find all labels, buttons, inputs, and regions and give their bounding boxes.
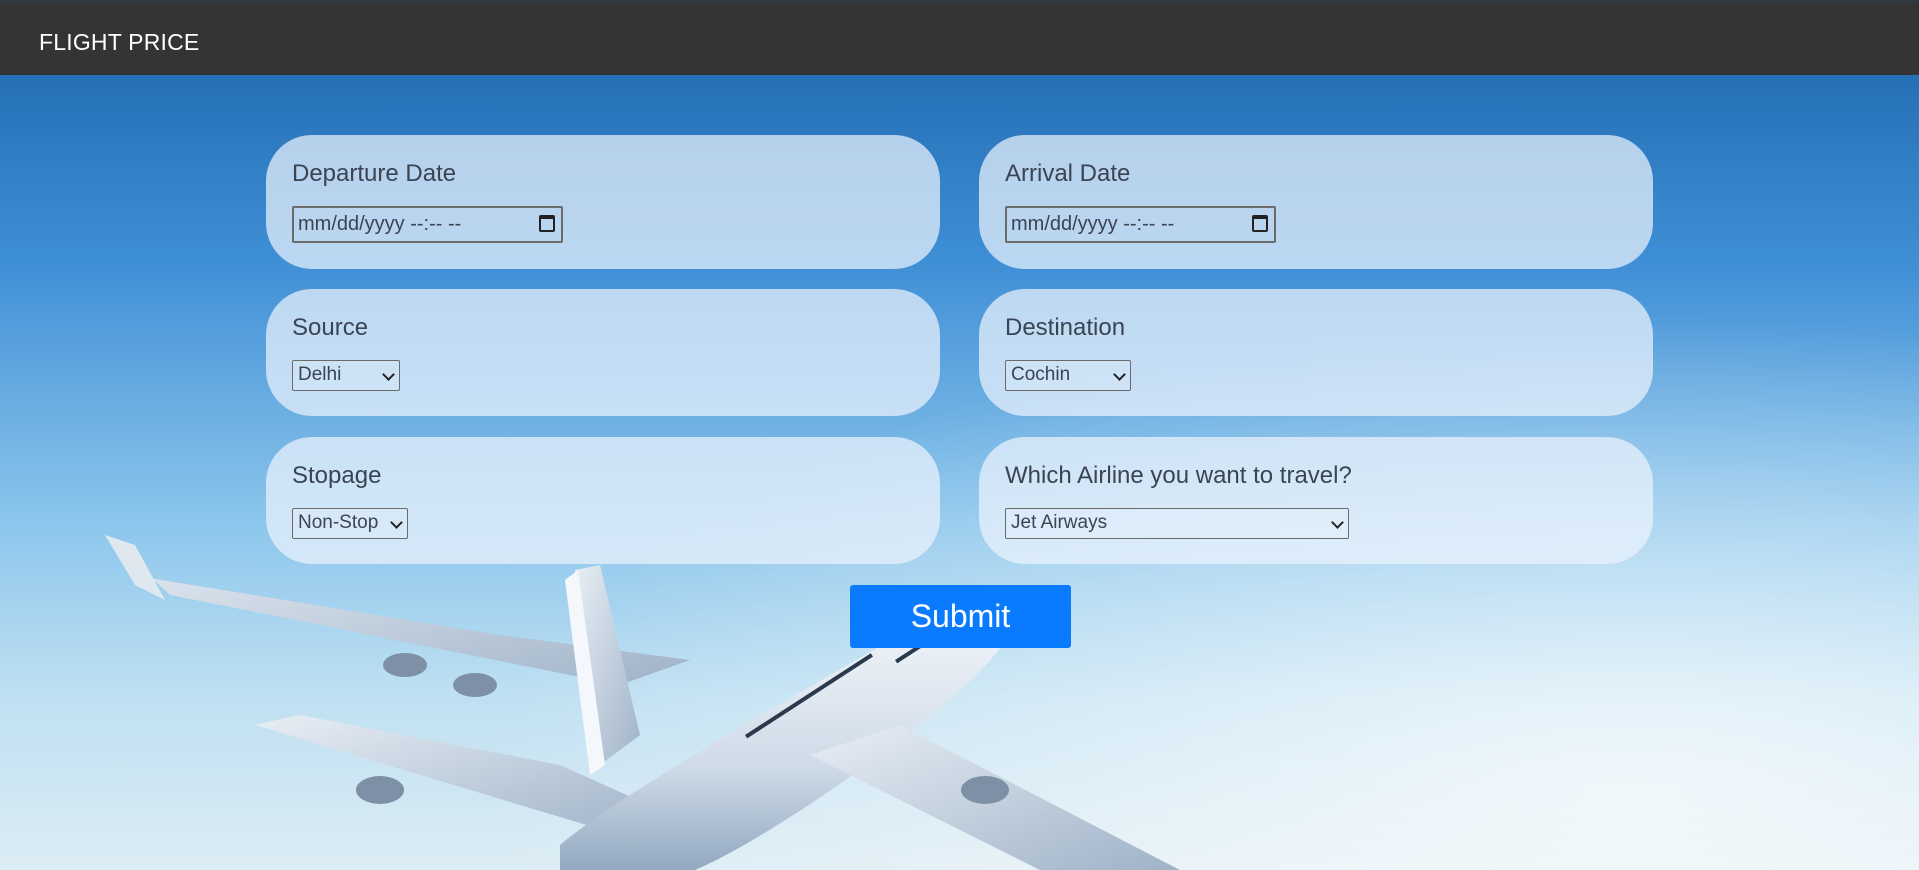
source-card: Source Delhi <box>266 289 940 416</box>
departure-date-card: Departure Date mm/dd/yyyy --:-- -- <box>266 135 940 269</box>
destination-label: Destination <box>1005 314 1126 341</box>
airline-select[interactable]: Jet Airways <box>1005 508 1349 539</box>
stopage-card: Stopage Non-Stop <box>266 437 940 564</box>
chevron-down-icon <box>1331 516 1344 529</box>
airline-selected-value: Jet Airways <box>1011 512 1108 533</box>
airline-card: Which Airline you want to travel? Jet Ai… <box>979 437 1653 564</box>
chevron-down-icon <box>1113 368 1126 381</box>
arrival-date-input[interactable]: mm/dd/yyyy --:-- -- <box>1005 206 1276 243</box>
stopage-select[interactable]: Non-Stop <box>292 508 408 539</box>
chevron-down-icon <box>390 516 403 529</box>
departure-date-placeholder: mm/dd/yyyy --:-- -- <box>298 213 462 235</box>
calendar-icon[interactable] <box>539 215 555 232</box>
destination-card: Destination Cochin <box>979 289 1653 416</box>
airline-label: Which Airline you want to travel? <box>1005 462 1352 489</box>
stopage-selected-value: Non-Stop <box>298 512 379 533</box>
departure-date-input[interactable]: mm/dd/yyyy --:-- -- <box>292 206 563 243</box>
submit-button[interactable]: Submit <box>850 585 1071 648</box>
arrival-date-placeholder: mm/dd/yyyy --:-- -- <box>1011 213 1175 235</box>
chevron-down-icon <box>382 368 395 381</box>
calendar-icon[interactable] <box>1252 215 1268 232</box>
brand-title[interactable]: FLIGHT PRICE <box>39 29 199 56</box>
destination-selected-value: Cochin <box>1011 364 1071 385</box>
source-select[interactable]: Delhi <box>292 360 400 391</box>
navbar: FLIGHT PRICE <box>0 0 1919 75</box>
arrival-date-card: Arrival Date mm/dd/yyyy --:-- -- <box>979 135 1653 269</box>
source-selected-value: Delhi <box>298 364 342 385</box>
destination-select[interactable]: Cochin <box>1005 360 1131 391</box>
stopage-label: Stopage <box>292 462 382 489</box>
arrival-date-label: Arrival Date <box>1005 160 1131 187</box>
airplane-background: Departure Date mm/dd/yyyy --:-- -- Arriv… <box>0 75 1919 870</box>
source-label: Source <box>292 314 369 341</box>
departure-date-label: Departure Date <box>292 160 457 187</box>
